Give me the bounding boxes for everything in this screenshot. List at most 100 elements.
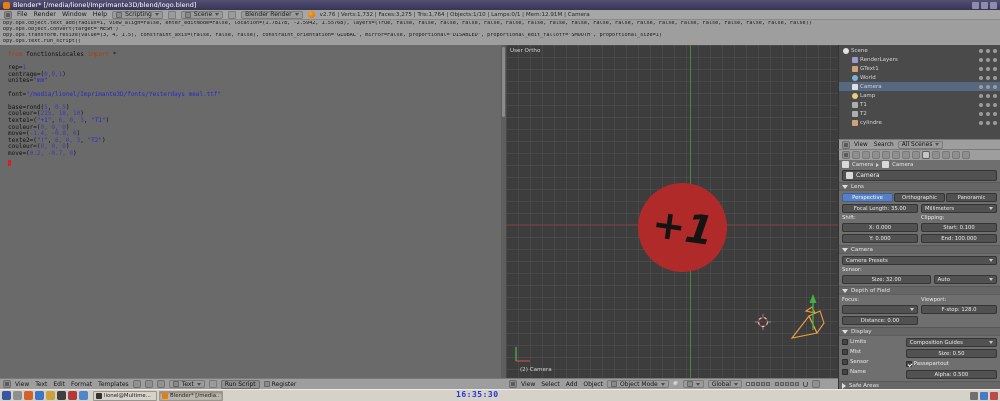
- shift-y-field[interactable]: Y: 0.000: [842, 234, 918, 243]
- outliner-item-scene[interactable]: Scene: [839, 46, 1000, 55]
- clip-start-field[interactable]: Start: 0.100: [921, 223, 997, 232]
- lens-type-perspective-button[interactable]: Perspective: [842, 193, 893, 202]
- menu-item[interactable]: Text: [35, 381, 47, 388]
- passepartout-checkbox[interactable]: Passepartout: [906, 360, 997, 368]
- tab-world-icon[interactable]: [882, 151, 890, 159]
- menu-item[interactable]: Format: [71, 381, 92, 388]
- outliner-item-t2[interactable]: T2: [839, 109, 1000, 118]
- outliner-item-camera[interactable]: Camera: [839, 82, 1000, 91]
- layer-toggle[interactable]: [751, 382, 755, 386]
- tab-data-icon[interactable]: [922, 151, 930, 159]
- menu-item[interactable]: View: [521, 381, 535, 388]
- camera-object-gizmo[interactable]: [792, 307, 824, 338]
- renderability-toggle-icon[interactable]: [993, 58, 997, 62]
- panel-header-safe-areas[interactable]: Safe Areas: [839, 381, 1000, 389]
- screen-layout-selector[interactable]: Scripting: [112, 11, 163, 19]
- menu-item[interactable]: Templates: [98, 381, 129, 388]
- viewport-editor-icon[interactable]: [509, 380, 517, 388]
- network-icon[interactable]: [980, 392, 988, 400]
- unlink-text-button[interactable]: [209, 380, 217, 388]
- datablock-name-field[interactable]: Camera: [842, 170, 997, 181]
- pivot-selector[interactable]: [683, 380, 704, 388]
- sensor-fit-dropdown[interactable]: Auto: [934, 275, 997, 284]
- minimize-icon[interactable]: [972, 2, 979, 9]
- tab-physics-icon[interactable]: [962, 151, 970, 159]
- visibility-toggle-icon[interactable]: [979, 76, 983, 80]
- outliner-item-renderlayers[interactable]: RenderLayers: [839, 55, 1000, 64]
- camera-presets-dropdown[interactable]: Camera Presets: [842, 256, 997, 265]
- renderability-toggle-icon[interactable]: [993, 121, 997, 125]
- renderability-toggle-icon[interactable]: [993, 103, 997, 107]
- properties-panel[interactable]: Camera Camera Camera Lens PerspectiveOrt…: [838, 160, 1000, 389]
- checkbox-mist[interactable]: Mist: [842, 348, 903, 356]
- tab-constraints-icon[interactable]: [902, 151, 910, 159]
- add-scene-button[interactable]: [228, 11, 236, 19]
- selectability-toggle-icon[interactable]: [986, 94, 990, 98]
- panel-header-lens[interactable]: Lens: [839, 182, 1000, 191]
- outliner-editor-icon[interactable]: [842, 141, 850, 149]
- info-log[interactable]: bpy.ops.object.text_add(radius=1, view_a…: [0, 20, 1000, 45]
- panel-header-display[interactable]: Display: [839, 327, 1000, 336]
- layer-toggle[interactable]: [795, 382, 799, 386]
- office-icon[interactable]: [79, 391, 88, 400]
- renderability-toggle-icon[interactable]: [993, 49, 997, 53]
- lens-unit-dropdown[interactable]: Millimeters: [921, 204, 997, 213]
- visibility-toggle-icon[interactable]: [979, 67, 983, 71]
- tab-object-icon[interactable]: [892, 151, 900, 159]
- outliner-filter-selector[interactable]: All Scenes: [898, 141, 944, 149]
- transform-orientation-selector[interactable]: Global: [708, 380, 742, 388]
- menu-item[interactable]: Window: [62, 11, 87, 18]
- selectability-toggle-icon[interactable]: [986, 49, 990, 53]
- desktop-icon[interactable]: [13, 391, 22, 400]
- camera-object-icon[interactable]: [842, 161, 849, 168]
- volume-icon[interactable]: [970, 392, 978, 400]
- music-icon[interactable]: [68, 391, 77, 400]
- menu-item[interactable]: Object: [583, 381, 603, 388]
- add-layout-button[interactable]: [168, 11, 176, 19]
- text-editor-area[interactable]: from fonctionsLocales import * rep=1cent…: [0, 45, 506, 378]
- composition-guides-dropdown[interactable]: Composition Guides: [906, 338, 997, 347]
- menu-item[interactable]: Add: [566, 381, 578, 388]
- checkbox-limits[interactable]: Limits: [842, 338, 903, 346]
- menu-item[interactable]: Search: [874, 142, 894, 148]
- mail-icon[interactable]: [35, 391, 44, 400]
- tab-particles-icon[interactable]: [952, 151, 960, 159]
- selectability-toggle-icon[interactable]: [986, 67, 990, 71]
- renderability-toggle-icon[interactable]: [993, 85, 997, 89]
- outliner-item-world[interactable]: World: [839, 73, 1000, 82]
- fstop-slider[interactable]: F-stop: 128.0: [921, 305, 997, 314]
- outliner[interactable]: SceneRenderLayersGText1WorldCameraLampT1…: [838, 45, 1000, 139]
- outliner-item-lamp[interactable]: Lamp: [839, 91, 1000, 100]
- layer-toggle[interactable]: [775, 382, 779, 386]
- selectability-toggle-icon[interactable]: [986, 112, 990, 116]
- terminal-icon[interactable]: [57, 391, 66, 400]
- panel-header-camera[interactable]: Camera: [839, 245, 1000, 254]
- menu-item[interactable]: File: [17, 11, 28, 18]
- visibility-toggle-icon[interactable]: [979, 103, 983, 107]
- focal-length-slider[interactable]: Focal Length: 35.00: [842, 204, 918, 213]
- tab-texture-icon[interactable]: [942, 151, 950, 159]
- mode-selector[interactable]: Object Mode: [607, 380, 669, 388]
- tab-modifiers-icon[interactable]: [912, 151, 920, 159]
- checkbox-sensor[interactable]: Sensor: [842, 358, 903, 366]
- renderability-toggle-icon[interactable]: [993, 67, 997, 71]
- menu-item[interactable]: Help: [93, 11, 107, 18]
- visibility-toggle-icon[interactable]: [979, 58, 983, 62]
- panel-header-dof[interactable]: Depth of Field: [839, 286, 1000, 295]
- menu-item[interactable]: View: [15, 381, 29, 388]
- menu-icon[interactable]: [2, 391, 11, 400]
- close-icon[interactable]: [990, 2, 997, 9]
- render-opengl-icon[interactable]: [812, 380, 820, 388]
- dof-distance-slider[interactable]: Distance: 0.00: [842, 316, 918, 325]
- properties-editor-icon[interactable]: [842, 151, 850, 159]
- taskbar-window-button[interactable]: Blender* [/media...: [159, 391, 223, 401]
- menu-item[interactable]: View: [854, 142, 868, 148]
- tab-material-icon[interactable]: [932, 151, 940, 159]
- text-datablock-selector[interactable]: Text: [169, 380, 205, 388]
- outliner-item-t1[interactable]: T1: [839, 100, 1000, 109]
- taskbar-window-button[interactable]: lionel@Multime...: [93, 391, 157, 401]
- renderability-toggle-icon[interactable]: [993, 112, 997, 116]
- layer-toggle[interactable]: [790, 382, 794, 386]
- visibility-toggle-icon[interactable]: [979, 121, 983, 125]
- maximize-icon[interactable]: [981, 2, 988, 9]
